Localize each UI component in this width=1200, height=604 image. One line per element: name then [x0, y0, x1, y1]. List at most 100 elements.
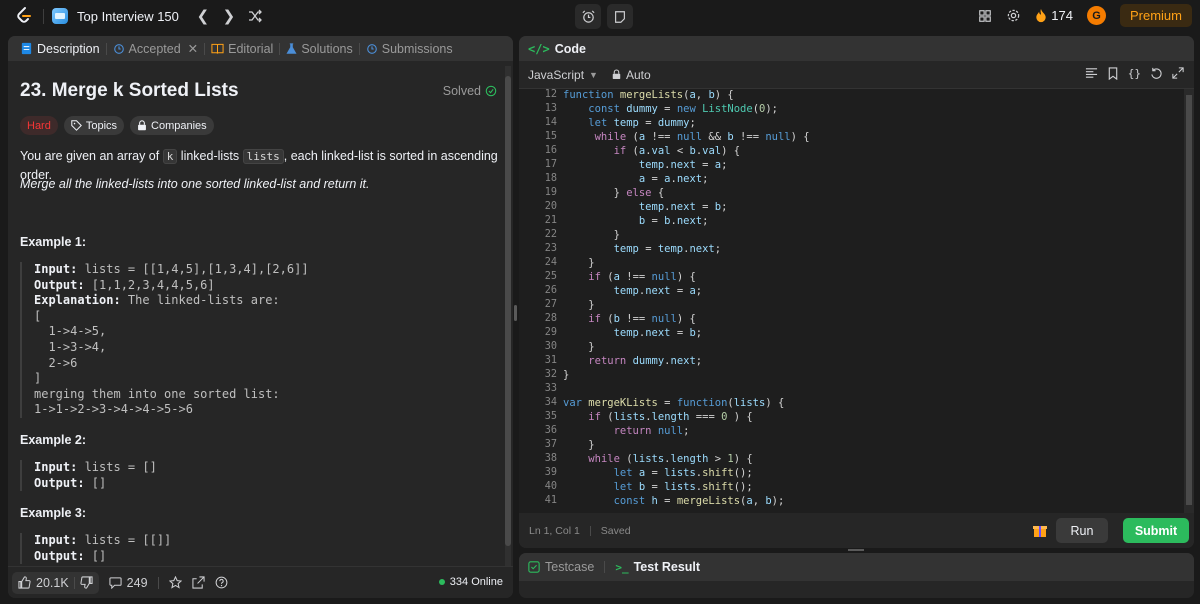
code-editor[interactable]: 12 13 14 15 16 17 18 19 20 21 22 23 24 25 26 27 28 29 30 31…	[519, 89, 1194, 513]
language-select[interactable]: JavaScript ▼	[528, 68, 598, 82]
chevron-left-icon[interactable]: ❮	[193, 7, 213, 25]
run-button[interactable]: Run	[1056, 518, 1108, 543]
topics-button[interactable]: Topics	[63, 116, 125, 135]
code-line[interactable]: const h = mergeLists(a, b);	[563, 495, 810, 509]
fire-icon	[1036, 8, 1046, 23]
scrollbar-thumb[interactable]	[1186, 95, 1192, 505]
tab-accepted[interactable]: Accepted ✕	[107, 36, 205, 61]
chevron-right-icon[interactable]: ❯	[219, 7, 239, 25]
line-number: 29	[544, 327, 557, 338]
code-line[interactable]: while (a !== null && b !== null) {	[563, 131, 810, 145]
code-line[interactable]: let temp = dummy;	[563, 117, 810, 131]
tab-test-result[interactable]: >_ Test Result	[615, 560, 700, 574]
tab-test-result-label: Test Result	[633, 560, 701, 574]
help-icon[interactable]	[215, 576, 228, 589]
grid-layout-icon[interactable]	[978, 9, 992, 23]
scrollbar-thumb[interactable]	[505, 76, 511, 546]
output-label: Output:	[34, 277, 85, 292]
code-line[interactable]: let a = lists.shift();	[563, 467, 810, 481]
code-line[interactable]: if (lists.length === 0 ) {	[563, 411, 810, 425]
auto-mode-toggle[interactable]: Auto	[612, 68, 651, 82]
line-number: 13	[544, 103, 557, 114]
code-line[interactable]: if (a !== null) {	[563, 271, 810, 285]
vertical-resize-handle[interactable]	[848, 549, 864, 551]
code-line[interactable]	[563, 383, 810, 397]
code-line[interactable]: temp = temp.next;	[563, 243, 810, 257]
gift-icon[interactable]	[1032, 522, 1048, 538]
streak-count: 174	[1051, 8, 1073, 23]
description-text: You are given an array of	[20, 149, 163, 163]
code-line[interactable]: }	[563, 341, 810, 355]
format-icon[interactable]	[1085, 67, 1098, 80]
editor-scrollbar[interactable]	[1184, 89, 1194, 513]
tab-submissions[interactable]: Submissions	[360, 36, 459, 61]
code-line[interactable]: const dummy = new ListNode(0);	[563, 103, 810, 117]
shuffle-icon[interactable]	[247, 8, 263, 24]
code-line[interactable]: b = b.next;	[563, 215, 810, 229]
code-line[interactable]: while (lists.length > 1) {	[563, 453, 810, 467]
avatar[interactable]: G	[1086, 6, 1106, 25]
thumbs-down-icon[interactable]	[80, 576, 93, 589]
output-value: [1,1,2,3,4,4,5,6]	[84, 277, 215, 292]
code-line[interactable]: } else {	[563, 187, 810, 201]
line-number: 39	[544, 467, 557, 478]
code-line[interactable]: function mergeLists(a, b) {	[563, 89, 810, 103]
editor-status-bar: Ln 1, Col 1 Saved Run Submit	[519, 513, 1194, 548]
code-line[interactable]: }	[563, 229, 810, 243]
code-line[interactable]: }	[563, 439, 810, 453]
tab-solutions[interactable]: Solutions	[280, 36, 358, 61]
code-line[interactable]: temp.next = b;	[563, 327, 810, 341]
tab-description[interactable]: Description	[14, 36, 106, 61]
tab-code[interactable]: Code	[555, 42, 586, 56]
code-line[interactable]: }	[563, 369, 810, 383]
line-number: 41	[544, 495, 557, 506]
code-line[interactable]: var mergeKLists = function(lists) {	[563, 397, 810, 411]
close-icon[interactable]: ✕	[188, 41, 198, 56]
chevron-down-icon: ▼	[589, 69, 598, 80]
code-line[interactable]: if (a.val < b.val) {	[563, 145, 810, 159]
code-line[interactable]: temp.next = a;	[563, 285, 810, 299]
input-label: Input:	[34, 262, 78, 276]
streak-counter[interactable]: 174	[1035, 8, 1073, 23]
share-icon[interactable]	[191, 576, 205, 589]
mode-value: Auto	[625, 67, 651, 82]
description-scrollbar[interactable]	[505, 66, 511, 566]
example-3-block: Input: lists = [[]] Output: []	[20, 533, 171, 565]
line-number: 21	[544, 215, 557, 226]
study-plan-icon	[52, 8, 68, 24]
braces-icon[interactable]: {}	[1128, 67, 1141, 80]
companies-button[interactable]: Companies	[130, 116, 214, 135]
code-content[interactable]: function mergeLists(a, b) { const dummy …	[563, 89, 810, 509]
code-line[interactable]: return null;	[563, 425, 810, 439]
tab-testcase[interactable]: Testcase	[528, 560, 594, 574]
tab-editorial[interactable]: Editorial	[205, 36, 279, 61]
code-line[interactable]: let b = lists.shift();	[563, 481, 810, 495]
thumbs-up-icon[interactable]	[18, 576, 31, 589]
timer-button[interactable]	[575, 4, 601, 29]
notes-button[interactable]	[607, 4, 633, 29]
bookmark-icon[interactable]	[1107, 67, 1119, 80]
study-plan-title[interactable]: Top Interview 150	[77, 9, 179, 24]
leetcode-logo-icon[interactable]	[14, 6, 34, 26]
divider	[43, 9, 44, 24]
submit-button[interactable]: Submit	[1123, 518, 1189, 543]
code-line[interactable]: temp.next = b;	[563, 201, 810, 215]
code-line[interactable]: return dummy.next;	[563, 355, 810, 369]
code-line[interactable]: if (b !== null) {	[563, 313, 810, 327]
premium-button[interactable]: Premium	[1119, 4, 1192, 27]
code-line[interactable]: }	[563, 299, 810, 313]
line-number: 14	[544, 117, 557, 128]
code-line[interactable]: temp.next = a;	[563, 159, 810, 173]
expand-icon[interactable]	[1172, 67, 1184, 79]
code-line[interactable]: a = a.next;	[563, 173, 810, 187]
code-line[interactable]: }	[563, 257, 810, 271]
tag-pills: Hard Topics Companies	[20, 116, 214, 135]
panel-resize-handle[interactable]	[514, 305, 517, 321]
reset-icon[interactable]	[1150, 67, 1163, 80]
line-number: 38	[544, 453, 557, 464]
input-value: lists = []	[77, 460, 157, 474]
gear-icon[interactable]	[1006, 8, 1021, 23]
star-icon[interactable]	[168, 576, 182, 589]
document-icon	[21, 42, 32, 55]
comments-button[interactable]: 249	[109, 576, 148, 590]
